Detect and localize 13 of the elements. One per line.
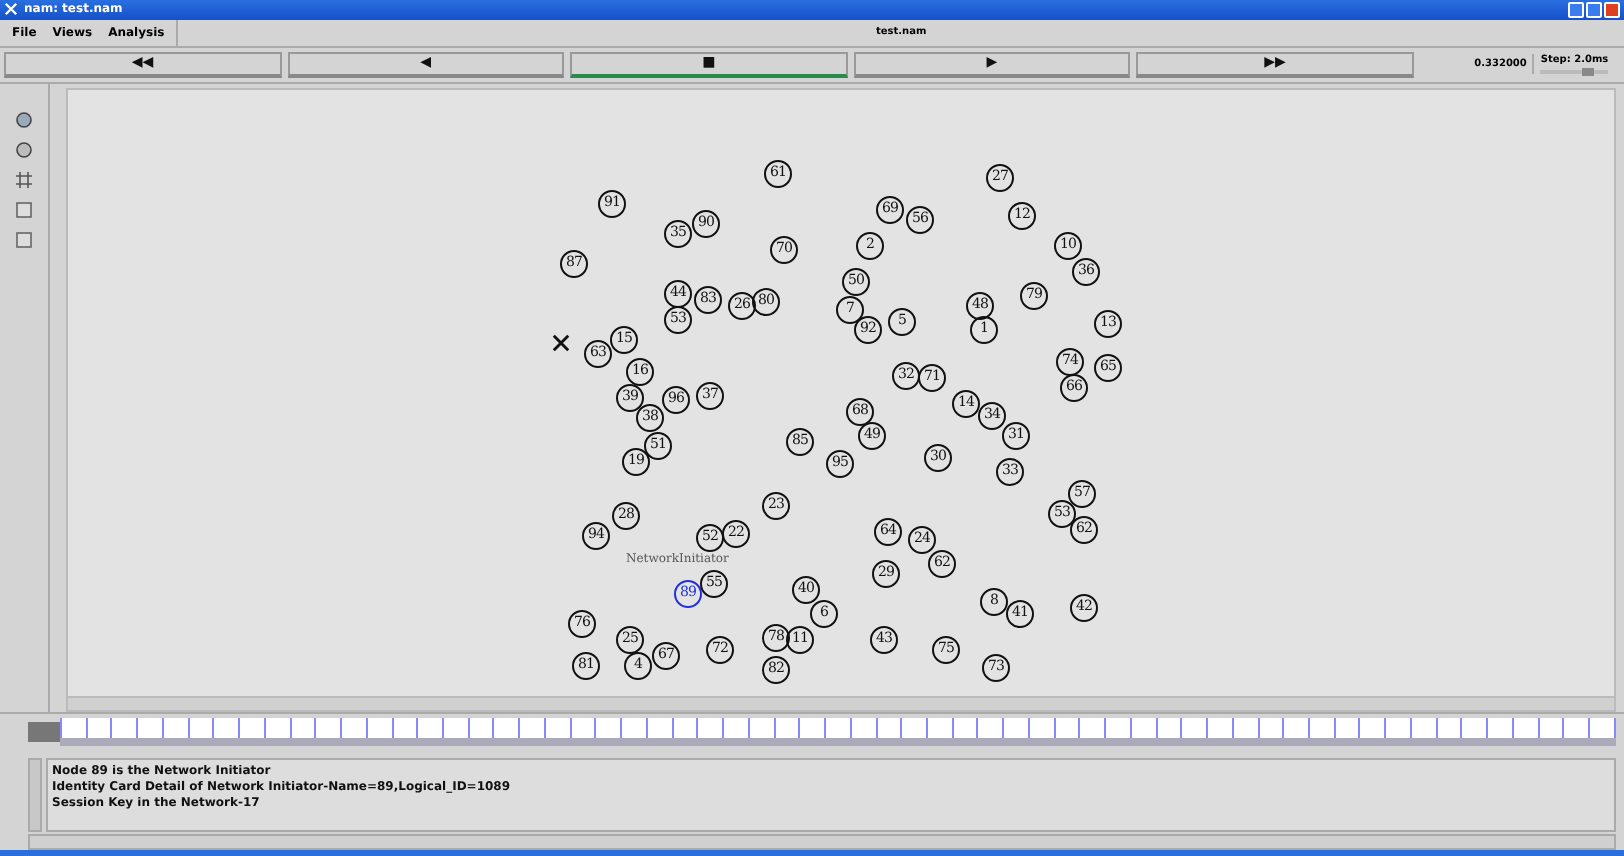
x-logo-icon xyxy=(4,2,18,17)
horizontal-scrollbar[interactable] xyxy=(28,834,1616,850)
cross-icon xyxy=(552,334,570,353)
square-icon[interactable] xyxy=(14,200,34,221)
square-icon[interactable] xyxy=(14,230,34,251)
vertical-scrollbar[interactable] xyxy=(28,757,42,833)
slider-thumb[interactable] xyxy=(1582,68,1595,77)
close-button[interactable] xyxy=(1604,1,1620,18)
minimize-button[interactable] xyxy=(1568,1,1584,18)
timeline-marker[interactable] xyxy=(28,722,60,742)
maximize-button[interactable] xyxy=(1586,1,1602,18)
horizontal-scrollbar[interactable] xyxy=(68,696,1614,711)
grid-icon[interactable] xyxy=(14,170,34,191)
